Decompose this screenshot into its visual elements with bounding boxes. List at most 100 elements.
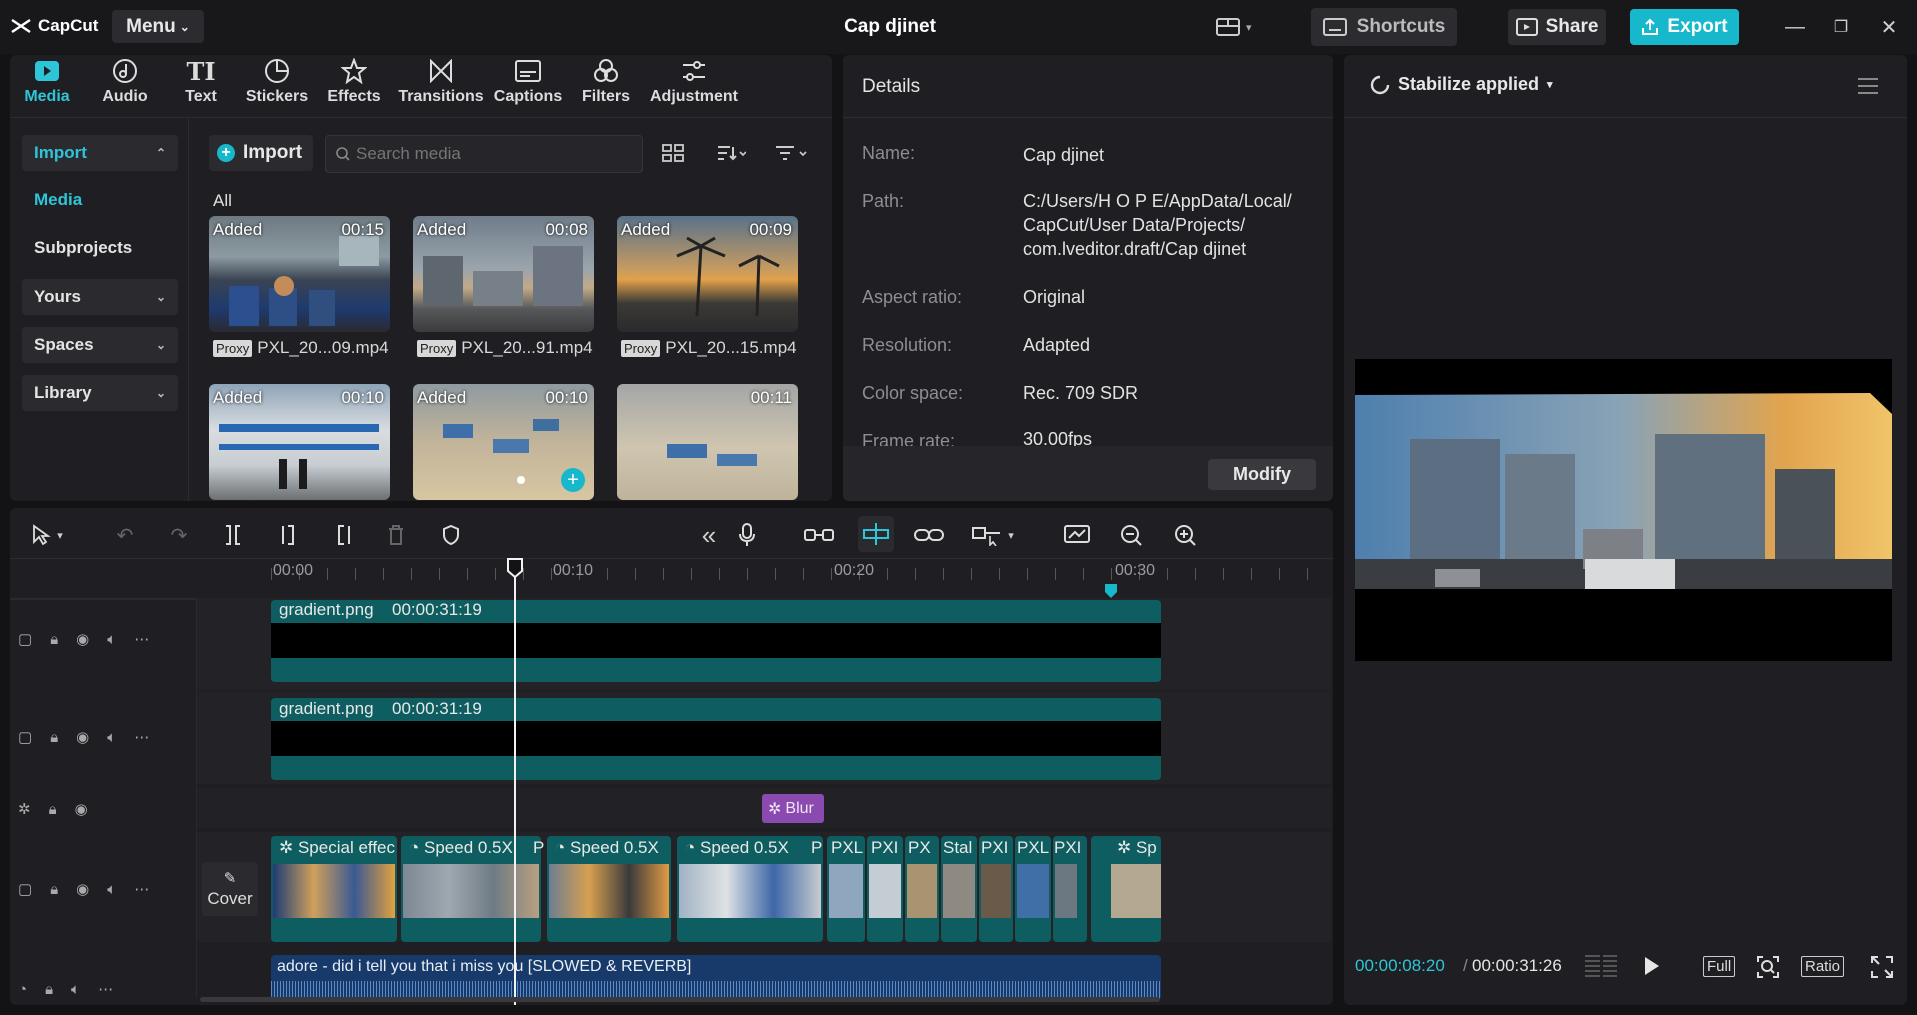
playhead[interactable] <box>514 558 516 1005</box>
tab-captions[interactable]: Captions <box>494 58 562 112</box>
search-icon <box>336 147 350 161</box>
redo-icon[interactable]: ↷ <box>166 522 192 548</box>
microphone-icon[interactable] <box>734 522 760 548</box>
menu-button[interactable]: Menu ⌄ <box>112 10 204 43</box>
eye-icon[interactable]: ◉ <box>75 800 88 818</box>
stabilize-status[interactable]: Stabilize applied ▾ <box>1370 74 1553 95</box>
sidebar-spaces[interactable]: Spaces ⌄ <box>22 327 178 363</box>
tab-text[interactable]: TI Text <box>176 57 226 112</box>
clip-name: PXL <box>1017 838 1050 857</box>
search-box[interactable] <box>325 135 643 173</box>
grid-view-icon[interactable] <box>660 140 686 166</box>
split-icon[interactable] <box>220 522 246 548</box>
lock-icon[interactable]: 🔒︎ <box>50 729 58 746</box>
clip-frames-image <box>273 864 395 918</box>
lock-icon[interactable]: 🔒︎ <box>50 631 58 648</box>
rewind-icon[interactable]: « <box>696 520 722 550</box>
close-icon[interactable]: ✕ <box>1876 14 1902 40</box>
tab-stickers[interactable]: Stickers <box>244 58 310 112</box>
volume-icon[interactable]: 🔈︎ <box>107 729 116 746</box>
lock-icon[interactable]: 🔒︎ <box>49 801 57 818</box>
sidebar-item-subprojects[interactable]: Subprojects <box>34 238 132 258</box>
lock-icon[interactable]: 🔒︎ <box>50 881 58 898</box>
clip-frames-image <box>907 864 937 918</box>
media-thumbnail[interactable]: Added 00:10 + <box>413 384 594 500</box>
search-input[interactable] <box>356 144 636 164</box>
ratio-button[interactable]: Ratio <box>1801 956 1845 977</box>
tab-audio[interactable]: Audio <box>100 58 150 112</box>
eye-icon[interactable]: ◉ <box>76 630 89 648</box>
eye-icon[interactable]: ◉ <box>76 728 89 746</box>
sidebar-library[interactable]: Library ⌄ <box>22 375 178 411</box>
sidebar-yours[interactable]: Yours ⌄ <box>22 279 178 315</box>
full-button[interactable]: Full <box>1703 956 1736 977</box>
tab-effects[interactable]: Effects <box>322 58 386 112</box>
delete-icon[interactable] <box>383 522 409 548</box>
link-clips-icon[interactable] <box>804 522 834 548</box>
snap-button[interactable] <box>858 516 894 552</box>
divider <box>10 598 196 600</box>
lock-icon[interactable]: 🔒︎ <box>45 981 53 998</box>
export-button[interactable]: Export <box>1630 9 1739 45</box>
media-name: Proxy PXL_20...15.mp4 <box>621 338 797 358</box>
media-thumbnail[interactable]: 00:11 <box>617 384 798 500</box>
play-icon[interactable] <box>1640 954 1662 978</box>
eye-icon[interactable]: ◉ <box>76 880 89 898</box>
replace-clip-tool[interactable]: ▾ <box>966 522 1020 548</box>
volume-icon[interactable]: 🔈︎ <box>107 631 116 648</box>
tab-media[interactable]: Media <box>22 58 72 112</box>
audio-clip[interactable]: adore - did i tell you that i miss you [… <box>271 955 1161 1000</box>
select-tool[interactable]: ▾ <box>22 522 72 548</box>
clip-name: PXL <box>831 838 864 857</box>
shortcuts-button[interactable]: Shortcuts <box>1311 8 1457 46</box>
playhead-handle-icon[interactable] <box>507 558 523 579</box>
more-icon[interactable]: ⋯ <box>134 630 149 648</box>
timeline-bars-icon[interactable] <box>1585 955 1617 977</box>
import-button[interactable]: + Import <box>209 135 313 171</box>
volume-icon[interactable]: 🔈︎ <box>71 981 80 998</box>
sidebar-item-media[interactable]: Media <box>34 190 82 210</box>
clip-name: gradient.png <box>279 600 374 619</box>
sort-icon[interactable] <box>710 140 752 166</box>
marker-icon[interactable] <box>1105 584 1117 598</box>
shield-icon[interactable] <box>438 522 464 548</box>
tab-filters[interactable]: Filters <box>580 58 632 112</box>
more-icon[interactable]: ⋯ <box>134 880 149 898</box>
media-thumbnail[interactable]: Added 00:10 <box>209 384 390 500</box>
added-label: Added <box>213 388 263 407</box>
more-icon[interactable]: ⋯ <box>134 728 149 746</box>
tab-transitions[interactable]: Transitions <box>398 58 484 112</box>
clip-frames-image <box>549 864 669 918</box>
add-to-timeline-icon[interactable]: + <box>561 468 585 492</box>
media-thumbnail[interactable]: Added 00:08 <box>413 216 594 332</box>
cover-button[interactable]: ✎ Cover <box>202 862 258 916</box>
zoom-out-icon[interactable] <box>1118 522 1144 548</box>
chain-icon[interactable] <box>914 522 944 548</box>
media-thumbnail[interactable]: Added 00:15 <box>209 216 390 332</box>
split-left-icon[interactable] <box>276 522 302 548</box>
undo-icon[interactable]: ↶ <box>112 522 138 548</box>
timeline-ruler[interactable] <box>271 568 1331 580</box>
zoom-in-icon[interactable] <box>1172 522 1198 548</box>
timeline-scrollbar[interactable] <box>200 997 1160 1002</box>
restore-icon[interactable]: ❐ <box>1828 14 1854 40</box>
effect-clip-blur[interactable]: ✲ Blur <box>762 794 824 823</box>
layout-button[interactable]: ▾ <box>1216 14 1266 40</box>
current-time: 00:00:08:20 <box>1355 956 1445 975</box>
more-icon[interactable]: ⋯ <box>98 980 113 998</box>
preview-canvas[interactable] <box>1355 359 1892 661</box>
fullscreen-icon[interactable] <box>1870 955 1894 979</box>
sidebar-import[interactable]: Import ⌃ <box>22 135 178 171</box>
player-menu-icon[interactable] <box>1858 78 1878 94</box>
share-button[interactable]: Share <box>1508 9 1606 45</box>
media-thumbnail[interactable]: Added 00:09 <box>617 216 798 332</box>
modify-button[interactable]: Modify <box>1208 459 1316 490</box>
split-right-icon[interactable] <box>330 522 356 548</box>
filter-icon[interactable] <box>772 140 812 166</box>
minimize-icon[interactable]: — <box>1782 14 1808 40</box>
layout-icon <box>1216 18 1240 36</box>
preview-axis-icon[interactable] <box>1062 522 1092 548</box>
tab-adjustment[interactable]: Adjustment <box>648 58 740 112</box>
zoom-fit-icon[interactable] <box>1756 955 1780 979</box>
volume-icon[interactable]: 🔈︎ <box>107 881 116 898</box>
